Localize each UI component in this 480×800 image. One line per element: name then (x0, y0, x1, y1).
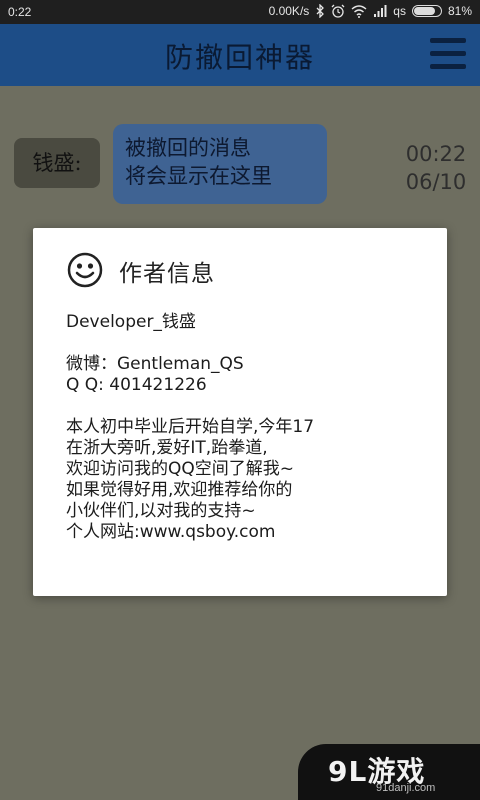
wifi-icon (351, 4, 367, 18)
bio-line: 在浙大旁听,爱好IT,跆拳道, (66, 438, 268, 458)
weibo-line: 微博：Gentleman_QS (66, 354, 244, 374)
bio-line: 小伙伴们,以对我的支持~ (66, 501, 256, 521)
battery-icon (411, 5, 442, 17)
dialog-title: 作者信息 (119, 261, 215, 287)
dialog-body: Developer_钱盛 微博：Gentleman_QS Q Q: 401421… (66, 312, 426, 543)
bluetooth-icon (316, 4, 325, 18)
message-line: 将会显示在这里 (125, 164, 272, 188)
qq-line: Q Q: 401421226 (66, 375, 207, 395)
status-icons: 0.00K/s qs 81% (269, 4, 472, 18)
bio-line: 如果觉得好用,欢迎推荐给你的 (66, 480, 293, 500)
site-watermark: 9L游戏 91danji.com (298, 744, 480, 800)
message-time: 00:22 (405, 142, 467, 166)
website-line[interactable]: 个人网站:www.qsboy.com (66, 522, 426, 543)
app-title: 防撤回神器 (164, 41, 315, 74)
alarm-icon (331, 4, 345, 18)
bio-line: 欢迎访问我的QQ空间了解我~ (66, 459, 295, 479)
author-info-dialog: 作者信息 Developer_钱盛 微博：Gentleman_QS Q Q: 4… (33, 228, 447, 596)
smiley-icon (67, 252, 103, 288)
battery-level (413, 7, 435, 15)
bio-line: 本人初中毕业后开始自学,今年17 (66, 417, 315, 437)
app-bar: 防撤回神器 (0, 24, 480, 86)
sender-name: 钱盛: (14, 138, 100, 188)
carrier-label: qs (393, 4, 406, 18)
message-line: 被撤回的消息 (125, 136, 251, 160)
net-speed: 0.00K/s (268, 4, 310, 18)
hamburger-menu-icon[interactable] (428, 34, 468, 74)
message-date: 06/10 (405, 170, 467, 194)
developer-line: Developer_钱盛 (66, 312, 196, 332)
watermark-domain: 91danji.com (376, 782, 436, 794)
message-timestamp: 00:22 06/10 (400, 140, 472, 196)
battery-percent: 81% (447, 4, 472, 18)
message-bubble[interactable]: 被撤回的消息 将会显示在这里 (113, 124, 327, 204)
status-bar: 0:22 0.00K/s qs 81% (0, 0, 480, 24)
status-time: 0:22 (8, 5, 32, 19)
signal-icon (374, 4, 387, 17)
